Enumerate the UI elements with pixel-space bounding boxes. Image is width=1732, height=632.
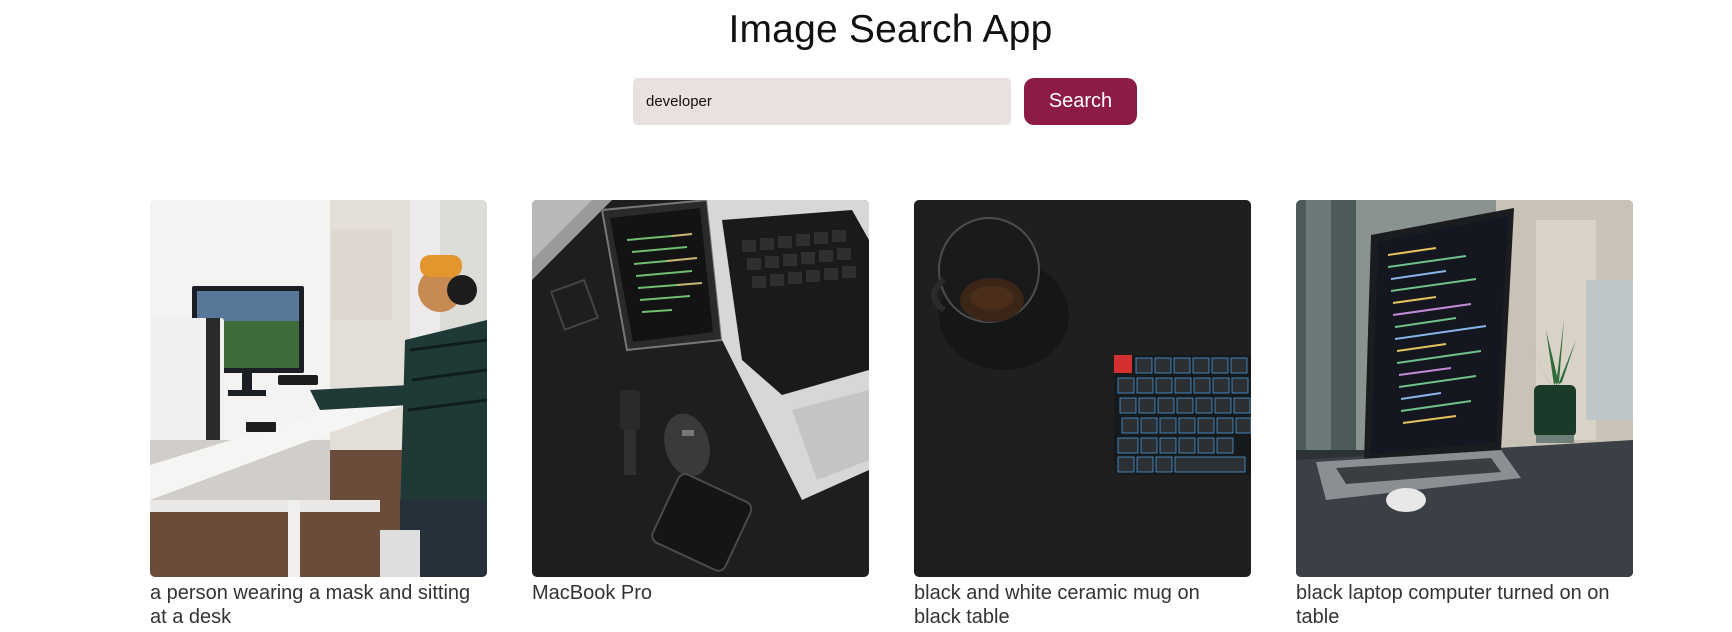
macbook-photo-image: [532, 200, 869, 577]
search-input[interactable]: [633, 77, 1011, 125]
desk-photo-image: [150, 200, 487, 577]
result-image[interactable]: [1296, 200, 1633, 577]
result-caption: MacBook Pro: [532, 582, 653, 604]
image-results-grid: a person wearing a mask and sitting at a…: [150, 200, 1633, 629]
result-image[interactable]: [532, 200, 869, 577]
result-caption: black laptop computer turned on on table: [1296, 582, 1610, 628]
laptop-code-photo-image: [1296, 200, 1633, 577]
result-card[interactable]: black laptop computer turned on on table: [1296, 200, 1633, 629]
search-bar: Search: [633, 77, 1137, 125]
result-image[interactable]: [914, 200, 1251, 577]
search-button[interactable]: Search: [1024, 77, 1137, 125]
mug-keyboard-photo-image: [914, 200, 1251, 577]
result-caption: black and white ceramic mug on black tab…: [914, 582, 1200, 628]
result-card[interactable]: black and white ceramic mug on black tab…: [914, 200, 1251, 629]
result-card[interactable]: MacBook Pro: [532, 200, 869, 629]
result-caption: a person wearing a mask and sitting at a…: [150, 582, 471, 628]
result-card[interactable]: a person wearing a mask and sitting at a…: [150, 200, 487, 629]
app-title: Image Search App: [728, 8, 1053, 51]
result-image[interactable]: [150, 200, 487, 577]
